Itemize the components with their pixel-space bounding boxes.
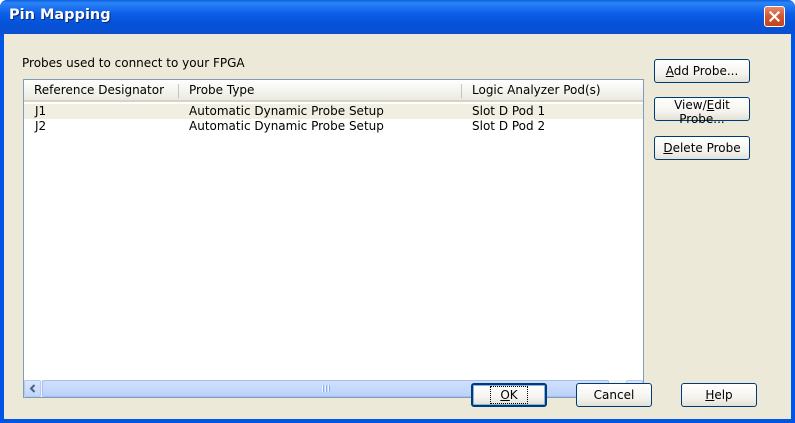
table-row[interactable]: J2 Automatic Dynamic Probe Setup Slot D … bbox=[24, 119, 643, 134]
add-probe-button[interactable]: Add Probe... bbox=[654, 59, 750, 83]
ok-button[interactable]: OK bbox=[471, 383, 547, 407]
table-header: Reference Designator Probe Type Logic An… bbox=[24, 80, 643, 102]
button-label-text: dd Probe... bbox=[673, 64, 739, 78]
button-label-text: elete Probe bbox=[672, 141, 741, 155]
accelerator-key: D bbox=[663, 141, 673, 155]
accelerator-key: H bbox=[705, 388, 715, 402]
cell-probe-type: Automatic Dynamic Probe Setup bbox=[189, 119, 384, 133]
probes-table[interactable]: Reference Designator Probe Type Logic An… bbox=[23, 79, 644, 398]
cell-reference-designator: J1 bbox=[35, 104, 47, 118]
grip-icon bbox=[321, 385, 330, 392]
close-icon bbox=[769, 11, 780, 22]
column-header-probe-type[interactable]: Probe Type bbox=[179, 80, 462, 100]
column-header-reference-designator[interactable]: Reference Designator bbox=[24, 80, 179, 100]
scroll-left-button[interactable] bbox=[24, 380, 41, 397]
help-label: Help bbox=[705, 388, 732, 402]
window-title: Pin Mapping bbox=[9, 7, 111, 23]
button-label-text: View/ bbox=[674, 98, 707, 112]
chevron-left-icon bbox=[29, 384, 35, 393]
ok-label: OK bbox=[490, 386, 528, 404]
accelerator-key: O bbox=[500, 388, 510, 402]
view-edit-probe-button[interactable]: View/Edit Probe... bbox=[654, 97, 750, 126]
button-label-text: K bbox=[509, 388, 518, 402]
help-button[interactable]: Help bbox=[681, 383, 757, 407]
cell-reference-designator: J2 bbox=[35, 119, 47, 133]
probes-list-label: Probes used to connect to your FPGA bbox=[22, 56, 245, 70]
dialog-body: Probes used to connect to your FPGA Refe… bbox=[4, 34, 791, 419]
cancel-button[interactable]: Cancel bbox=[576, 383, 652, 407]
delete-probe-label: Delete Probe bbox=[663, 141, 740, 155]
close-button[interactable] bbox=[764, 6, 785, 27]
cell-probe-type: Automatic Dynamic Probe Setup bbox=[189, 104, 384, 118]
title-bar[interactable]: Pin Mapping bbox=[0, 0, 795, 34]
table-row[interactable]: J1 Automatic Dynamic Probe Setup Slot D … bbox=[24, 104, 643, 119]
dialog-window: Pin Mapping Probes used to connect to yo… bbox=[0, 0, 795, 423]
delete-probe-button[interactable]: Delete Probe bbox=[654, 136, 750, 160]
view-edit-probe-label: View/Edit Probe... bbox=[655, 98, 749, 126]
button-label-text: elp bbox=[714, 388, 733, 402]
cell-logic-analyzer-pods: Slot D Pod 1 bbox=[472, 104, 546, 118]
column-header-logic-analyzer-pods[interactable]: Logic Analyzer Pod(s) bbox=[462, 80, 643, 100]
horizontal-scrollbar[interactable] bbox=[24, 380, 643, 397]
cancel-label: Cancel bbox=[593, 388, 635, 402]
add-probe-label: Add Probe... bbox=[666, 64, 739, 78]
cell-logic-analyzer-pods: Slot D Pod 2 bbox=[472, 119, 546, 133]
accelerator-key: A bbox=[665, 64, 674, 78]
